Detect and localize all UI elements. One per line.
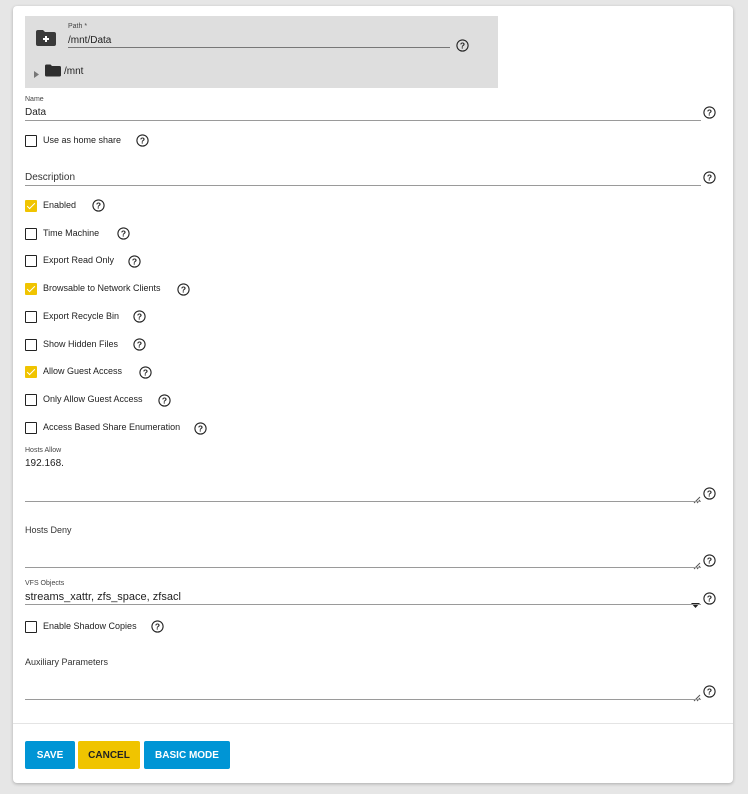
hosts-allow-textarea[interactable]: 192.168. — [25, 458, 64, 469]
vfs-objects-select[interactable]: streams_xattr, zfs_space, zfsacl — [25, 591, 181, 603]
show-hidden-files-checkbox[interactable] — [25, 339, 37, 351]
name-underline — [25, 120, 701, 121]
allow-guest-access-checkbox[interactable] — [25, 366, 37, 378]
help-icon[interactable]: ? — [128, 255, 141, 268]
help-icon[interactable]: ? — [703, 171, 716, 184]
svg-text:?: ? — [707, 556, 712, 566]
help-icon[interactable]: ? — [177, 283, 190, 296]
svg-text:?: ? — [162, 396, 167, 406]
auxiliary-parameters-textarea[interactable]: Auxiliary Parameters — [25, 657, 108, 667]
path-underline — [68, 47, 450, 48]
svg-text:?: ? — [143, 368, 148, 378]
svg-text:?: ? — [181, 285, 186, 295]
show-hidden-files-label: Show Hidden Files — [43, 339, 119, 349]
help-icon[interactable]: ? — [158, 394, 171, 407]
shadow-copies-label: Enable Shadow Copies — [43, 621, 137, 631]
svg-text:?: ? — [198, 424, 203, 434]
name-input[interactable]: Data — [25, 107, 46, 118]
hosts-allow-underline — [25, 501, 701, 502]
svg-text:?: ? — [155, 622, 160, 632]
save-button[interactable]: SAVE — [25, 741, 75, 769]
hosts-deny-underline — [25, 567, 701, 568]
help-icon[interactable]: ? — [133, 310, 146, 323]
svg-text:?: ? — [707, 594, 712, 604]
time-machine-checkbox[interactable] — [25, 228, 37, 240]
svg-text:?: ? — [707, 687, 712, 697]
folder-add-icon[interactable] — [35, 29, 57, 52]
description-input[interactable]: Description — [25, 172, 75, 183]
help-icon[interactable]: ? — [456, 39, 469, 52]
export-recycle-bin-label: Export Recycle Bin — [43, 311, 120, 321]
home-share-checkbox[interactable] — [25, 135, 37, 147]
resize-handle-icon[interactable] — [693, 491, 701, 504]
name-label: Name — [25, 96, 44, 103]
hosts-allow-label: Hosts Allow — [25, 447, 62, 454]
enabled-checkbox[interactable] — [25, 200, 37, 212]
path-input[interactable]: /mnt/Data — [68, 35, 111, 46]
svg-text:?: ? — [140, 136, 145, 146]
svg-text:?: ? — [707, 108, 712, 118]
enabled-label: Enabled — [43, 200, 77, 210]
abse-checkbox[interactable] — [25, 422, 37, 434]
help-icon[interactable]: ? — [703, 487, 716, 500]
resize-handle-icon[interactable] — [693, 689, 701, 702]
svg-text:?: ? — [707, 173, 712, 183]
description-underline — [25, 185, 701, 186]
help-icon[interactable]: ? — [703, 592, 716, 605]
caret-right-icon[interactable] — [33, 66, 40, 84]
help-icon[interactable]: ? — [133, 338, 146, 351]
help-icon[interactable]: ? — [92, 199, 105, 212]
checkmark-icon — [26, 283, 36, 293]
svg-text:?: ? — [121, 229, 126, 239]
hosts-deny-textarea[interactable]: Hosts Deny — [25, 525, 72, 535]
vfs-objects-underline — [25, 604, 701, 605]
help-icon[interactable]: ? — [703, 554, 716, 567]
svg-text:?: ? — [707, 489, 712, 499]
browsable-checkbox[interactable] — [25, 283, 37, 295]
svg-text:?: ? — [137, 340, 142, 350]
checkmark-icon — [26, 366, 36, 376]
home-share-label: Use as home share — [43, 135, 122, 145]
svg-text:?: ? — [137, 312, 142, 322]
path-explorer: Path * /mnt/Data ? /mnt — [25, 16, 498, 88]
help-icon[interactable]: ? — [703, 106, 716, 119]
abse-label: Access Based Share Enumeration — [43, 422, 181, 432]
allow-guest-access-label: Allow Guest Access — [43, 366, 123, 376]
cancel-button[interactable]: CANCEL — [78, 741, 140, 769]
export-read-only-label: Export Read Only — [43, 255, 115, 265]
help-icon[interactable]: ? — [151, 620, 164, 633]
help-icon[interactable]: ? — [117, 227, 130, 240]
folder-icon — [45, 64, 61, 82]
help-icon[interactable]: ? — [136, 134, 149, 147]
svg-text:?: ? — [132, 257, 137, 267]
tree-node-label: /mnt — [64, 66, 84, 77]
svg-text:?: ? — [460, 41, 465, 51]
browsable-label: Browsable to Network Clients — [43, 283, 161, 293]
resize-handle-icon[interactable] — [693, 557, 701, 570]
path-label: Path * — [68, 23, 88, 30]
export-recycle-bin-checkbox[interactable] — [25, 311, 37, 323]
vfs-objects-label: VFS Objects — [25, 580, 65, 587]
only-allow-guest-access-checkbox[interactable] — [25, 394, 37, 406]
time-machine-label: Time Machine — [43, 228, 100, 238]
export-read-only-checkbox[interactable] — [25, 255, 37, 267]
checkmark-icon — [26, 200, 36, 210]
only-allow-guest-access-label: Only Allow Guest Access — [43, 394, 143, 404]
svg-text:?: ? — [96, 201, 101, 211]
help-icon[interactable]: ? — [194, 422, 207, 435]
share-form-card: Path * /mnt/Data ? /mnt Name Data ? Use … — [13, 6, 733, 783]
basic-mode-button[interactable]: BASIC MODE — [144, 741, 230, 769]
help-icon[interactable]: ? — [139, 366, 152, 379]
footer-divider — [13, 723, 733, 724]
shadow-copies-checkbox[interactable] — [25, 621, 37, 633]
auxiliary-parameters-underline — [25, 699, 701, 700]
help-icon[interactable]: ? — [703, 685, 716, 698]
